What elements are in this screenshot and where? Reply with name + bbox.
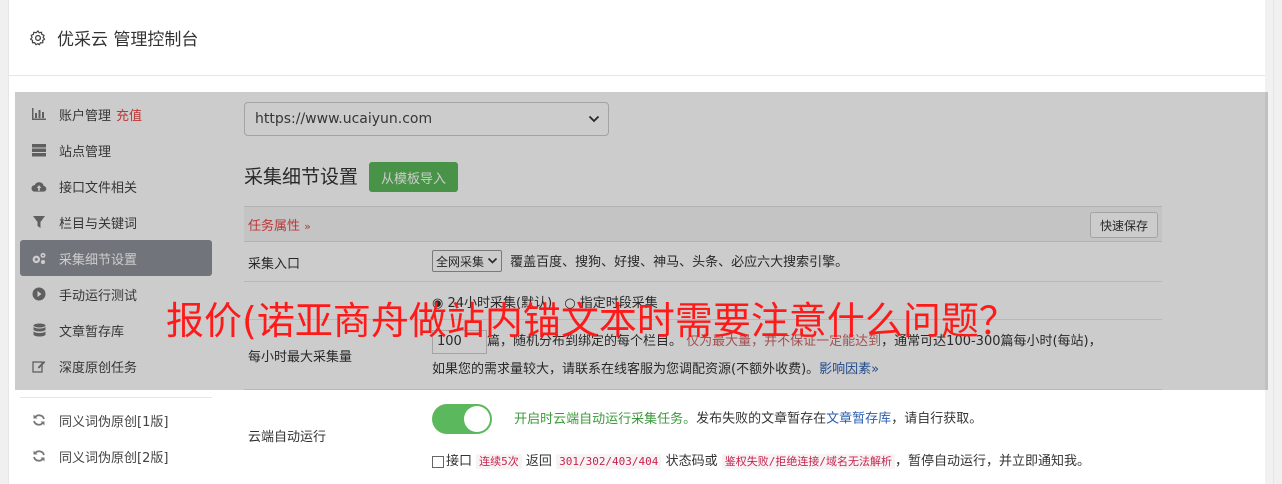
api-pause-checkbox[interactable] <box>432 455 444 468</box>
sidebar-item-label: 同义词伪原创[2版] <box>59 450 169 466</box>
row-label: 云端自动运行 <box>248 430 327 445</box>
watermark-text: 报价(诺亚商舟做站内锚文本时需要注意什么问题？ <box>166 299 1017 343</box>
gear-icon <box>30 29 46 45</box>
cloud-text: 发布失败的文章暂存在 <box>696 411 827 427</box>
api-code: 连续5次 <box>476 454 522 469</box>
cloud-enabled-text: 开启时云端自动运行采集任务。 <box>514 411 697 427</box>
api-code: 鉴权失败/拒绝连接/域名无法解析 <box>721 454 895 469</box>
page-header: 优采云 管理控制台 <box>9 0 1273 76</box>
api-text: ，暂停自动运行，并立即通知我。 <box>894 454 1090 469</box>
refresh-icon <box>31 448 47 464</box>
article-store-link[interactable]: 文章暂存库 <box>826 412 891 427</box>
row-content-api: 接口 连续5次 返回 301/302/403/404 状态码或 鉴权失败/拒绝连… <box>432 450 1090 469</box>
dim-overlay <box>15 92 1268 390</box>
page-title: 优采云 管理控制台 <box>57 30 199 50</box>
toggle-knob <box>464 406 490 432</box>
api-text: 状态码或 <box>665 454 718 469</box>
api-text: 接口 <box>446 454 473 469</box>
cloud-auto-toggle[interactable] <box>432 404 492 434</box>
sidebar-item-synonym-v1[interactable]: 同义词伪原创[1版] <box>20 402 212 438</box>
row-cloud-auto: 云端自动运行 开启时云端自动运行采集任务。发布失败的文章暂存在文章暂存库，请自行… <box>244 390 1162 480</box>
api-text: 返回 <box>525 454 552 469</box>
cloud-text-2: ，请自行获取。 <box>891 411 983 427</box>
sidebar-item-label: 同义词伪原创[1版] <box>59 414 169 430</box>
api-code: 301/302/403/404 <box>556 454 662 469</box>
refresh-icon <box>31 412 47 428</box>
sidebar-item-synonym-v2[interactable]: 同义词伪原创[2版] <box>20 438 212 474</box>
row-content: 开启时云端自动运行采集任务。发布失败的文章暂存在文章暂存库，请自行获取。 <box>432 404 982 434</box>
